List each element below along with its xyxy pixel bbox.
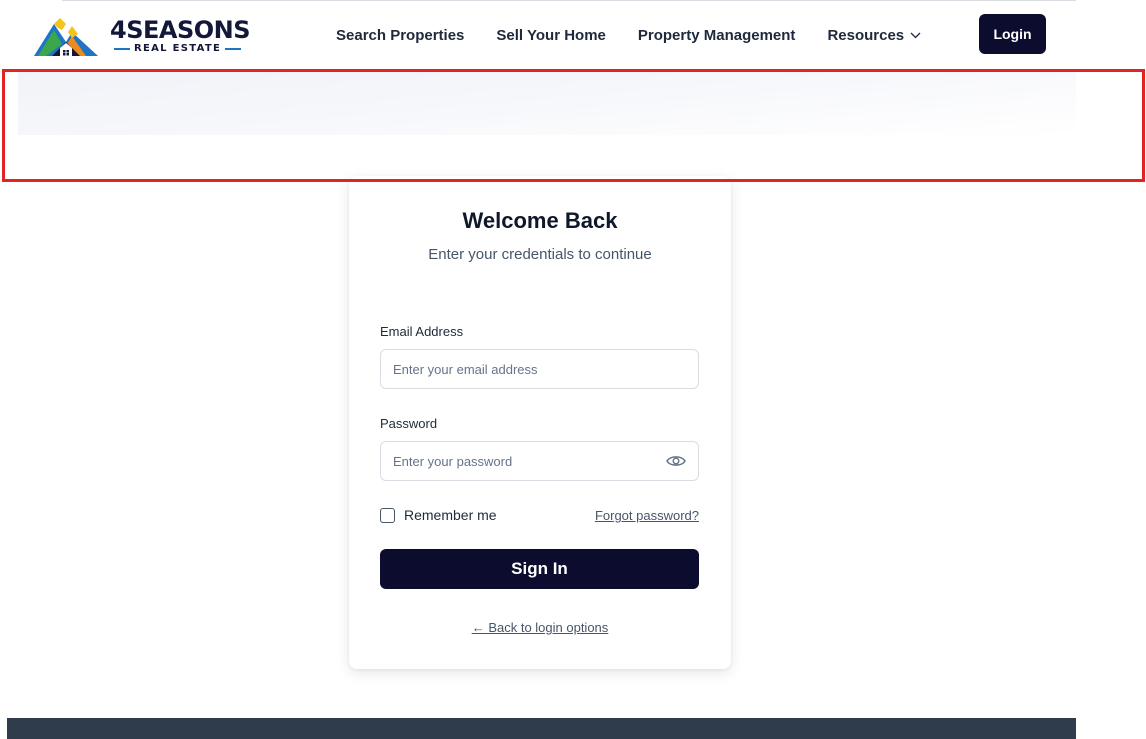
main-nav: Search Properties Sell Your Home Propert…: [336, 24, 921, 46]
login-card: Welcome Back Enter your credentials to c…: [349, 176, 731, 669]
site-header: 4SEASONS REAL ESTATE Search Properties S…: [0, 0, 1146, 70]
brand-name: 4SEASONS: [110, 16, 251, 44]
eye-icon[interactable]: [666, 453, 686, 469]
brand-logo[interactable]: 4SEASONS REAL ESTATE: [32, 13, 262, 59]
tagline-dash-left: [114, 48, 130, 50]
nav-resources-dropdown[interactable]: Resources: [827, 27, 921, 44]
card-subtitle: Enter your credentials to continue: [428, 246, 652, 263]
email-placeholder: Enter your email address: [393, 361, 538, 377]
forgot-password-link[interactable]: Forgot password?: [595, 508, 699, 523]
remember-label: Remember me: [404, 507, 497, 523]
brand-wordmark: 4SEASONS REAL ESTATE: [110, 16, 251, 54]
nav-resources-label: Resources: [827, 26, 905, 44]
highlight-box: [2, 69, 1145, 182]
brand-word: SEASONS: [126, 16, 251, 44]
back-to-login-options-link[interactable]: ← Back to login options: [472, 620, 609, 635]
tagline-dash-right: [225, 48, 242, 50]
nav-sell-your-home[interactable]: Sell Your Home: [496, 27, 605, 44]
remember-checkbox[interactable]: [380, 507, 395, 523]
password-label: Password: [380, 416, 438, 431]
card-title: Welcome Back: [462, 208, 618, 233]
remember-me[interactable]: Remember me: [380, 507, 497, 523]
password-field[interactable]: Enter your password: [380, 441, 699, 481]
password-placeholder: Enter your password: [393, 453, 513, 469]
nav-property-management[interactable]: Property Management: [638, 27, 796, 44]
footer-bar: [7, 718, 1076, 739]
brand-tagline: REAL ESTATE: [110, 44, 250, 54]
email-label: Email Address: [380, 324, 464, 339]
email-field[interactable]: Enter your email address: [380, 349, 699, 389]
nav-search-properties[interactable]: Search Properties: [336, 27, 464, 44]
brand-number: 4: [110, 16, 127, 44]
back-link-row: ← Back to login options: [349, 620, 731, 635]
brand-tagline-text: REAL ESTATE: [134, 43, 222, 54]
login-button[interactable]: Login: [979, 14, 1046, 54]
sign-in-button[interactable]: Sign In: [380, 549, 699, 589]
page: 4SEASONS REAL ESTATE Search Properties S…: [0, 0, 1146, 739]
logo-mountains-icon: [34, 18, 98, 56]
chevron-down-icon: [910, 32, 921, 38]
